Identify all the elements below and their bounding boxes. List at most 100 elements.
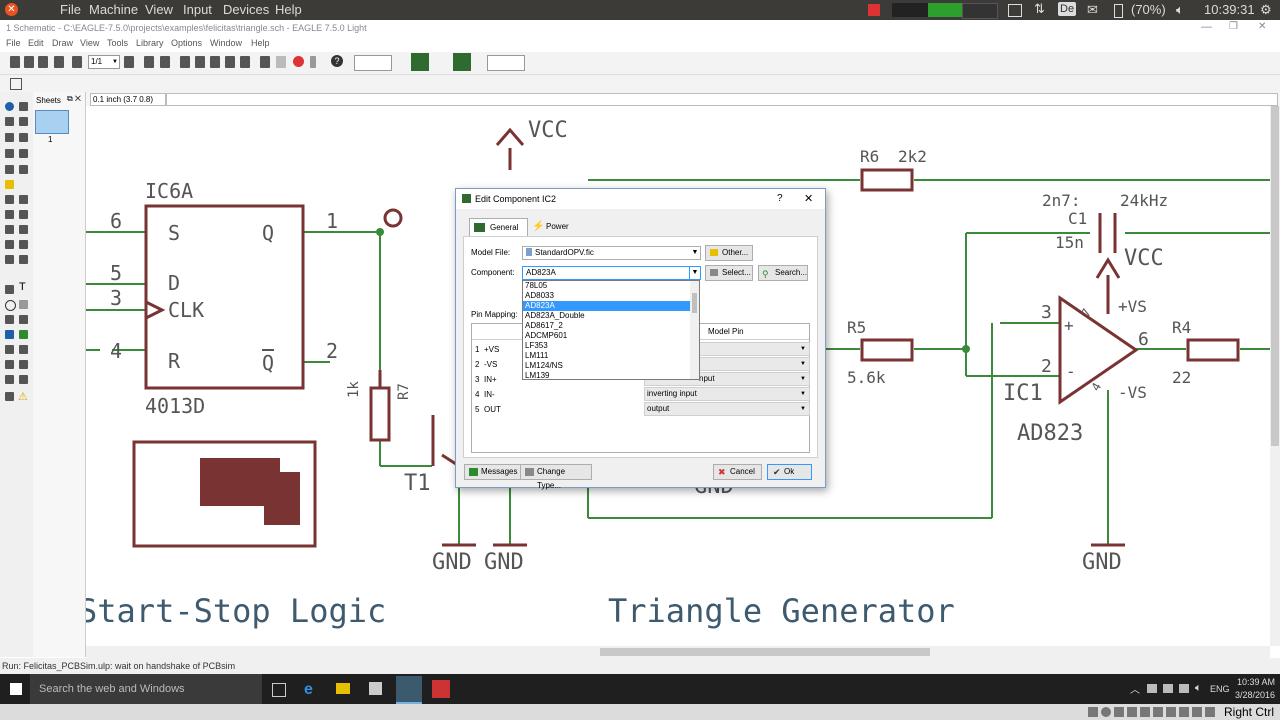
component-select[interactable]: AD823A ▼ — [522, 266, 701, 280]
menu-help[interactable]: Help — [275, 2, 302, 17]
copy-icon[interactable] — [19, 133, 28, 142]
design-link-icon[interactable] — [354, 55, 392, 71]
taskbar-date[interactable]: 3/28/2016 — [1235, 690, 1275, 700]
dialog-close-button[interactable]: ✕ — [804, 192, 813, 205]
wire-icon[interactable] — [5, 285, 14, 294]
audio-icon[interactable] — [1114, 707, 1124, 717]
cancel-button[interactable]: ✖ Cancel — [713, 464, 762, 480]
tab-general[interactable]: General — [469, 218, 528, 237]
model-file-select[interactable]: StandardOPV.fic ▼ — [522, 246, 701, 260]
hdd-icon[interactable] — [1088, 707, 1098, 717]
gateswap-icon[interactable] — [19, 210, 28, 219]
add-icon[interactable] — [19, 195, 28, 204]
table-row[interactable]: 4 IN- inverting input ▼ — [472, 387, 810, 402]
window-icon[interactable] — [1008, 4, 1022, 17]
list-item[interactable]: LM111 — [523, 351, 699, 361]
redo-icon[interactable] — [276, 56, 286, 68]
circle-icon[interactable] — [5, 300, 16, 311]
other-button[interactable]: Other... — [705, 245, 753, 261]
edge-icon[interactable]: e — [304, 681, 313, 699]
menu-window[interactable]: Window — [210, 38, 242, 48]
close-window-button[interactable]: ✕ — [1258, 21, 1266, 32]
change-type-button[interactable]: Change Type... — [520, 464, 592, 490]
attribute-icon[interactable] — [5, 360, 14, 369]
rotate-icon[interactable] — [19, 149, 28, 158]
dialog-help-button[interactable]: ? — [777, 193, 783, 204]
language-indicator[interactable]: ENG — [1210, 684, 1230, 694]
pinswap-icon[interactable] — [5, 210, 14, 219]
tray-app2-icon[interactable] — [1163, 684, 1173, 693]
zoom-fit-icon[interactable] — [180, 56, 190, 68]
list-item-selected[interactable]: AD823A — [523, 301, 699, 311]
menu-devices[interactable]: Devices — [223, 2, 269, 17]
command-input[interactable] — [166, 93, 1278, 106]
model-pin-select[interactable]: inverting input ▼ — [644, 387, 810, 401]
record-icon[interactable] — [868, 4, 880, 16]
ratsnest-icon[interactable] — [5, 392, 14, 401]
keyboard-layout[interactable]: De — [1058, 2, 1077, 16]
miter-icon[interactable] — [19, 255, 28, 264]
label-icon[interactable] — [19, 345, 28, 354]
vertical-scrollbar[interactable] — [1270, 106, 1280, 646]
menu-view[interactable]: View — [145, 2, 173, 17]
split-icon[interactable] — [5, 255, 14, 264]
close-icon[interactable]: ✕ — [5, 3, 18, 16]
display-icon[interactable] — [1166, 707, 1176, 717]
menu-help[interactable]: Help — [251, 38, 270, 48]
messages-button[interactable]: Messages — [464, 464, 522, 480]
volume-icon[interactable]: 🔈︎ — [1176, 2, 1184, 18]
table-row[interactable]: 5 OUT output ▼ — [472, 402, 810, 417]
menu-options[interactable]: Options — [171, 38, 202, 48]
list-item[interactable]: LF353 — [523, 341, 699, 351]
model-pin-select[interactable]: output ▼ — [644, 402, 810, 416]
taskbar-time[interactable]: 10:39 AM — [1237, 677, 1275, 687]
cam-icon[interactable] — [54, 56, 64, 68]
minimize-button[interactable]: — — [1201, 21, 1212, 33]
menu-library[interactable]: Library — [136, 38, 164, 48]
ltspice-icon[interactable] — [487, 55, 525, 71]
library-icon[interactable] — [160, 56, 170, 68]
undo-icon[interactable] — [260, 56, 270, 68]
menu-edit[interactable]: Edit — [28, 38, 44, 48]
search-input[interactable]: Search the web and Windows — [30, 674, 262, 704]
volume-icon[interactable]: 🔈︎ — [1195, 682, 1202, 695]
capture-icon[interactable] — [1179, 707, 1189, 717]
shared-folder-icon[interactable] — [1153, 707, 1163, 717]
delete-icon[interactable] — [5, 195, 14, 204]
name-icon[interactable] — [19, 225, 28, 234]
show-icon[interactable] — [19, 102, 28, 111]
mirror-icon[interactable] — [5, 149, 14, 158]
list-item[interactable]: ADCMP601 — [523, 331, 699, 341]
tray-app-icon[interactable] — [1147, 684, 1157, 693]
zoom-out-icon[interactable] — [210, 56, 220, 68]
menu-view[interactable]: View — [80, 38, 99, 48]
panel-close-icon[interactable]: ⧉ ✕ — [67, 94, 81, 104]
select-button[interactable]: Select... — [705, 265, 753, 281]
grid-icon[interactable] — [10, 78, 22, 90]
optical-icon[interactable] — [1101, 707, 1111, 717]
component-dropdown-list[interactable]: 78L05 AD8033 AD823A AD823A_Double AD8617… — [522, 280, 700, 380]
list-scrollbar[interactable] — [690, 281, 699, 379]
menu-file[interactable]: File — [60, 2, 81, 17]
mail-icon[interactable]: ✉ — [1087, 2, 1098, 18]
menu-draw[interactable]: Draw — [52, 38, 73, 48]
mark-icon[interactable] — [19, 117, 28, 126]
group-icon[interactable] — [5, 165, 14, 174]
junction-icon[interactable] — [5, 345, 14, 354]
save-icon[interactable] — [24, 56, 34, 68]
list-item[interactable]: AD8617_2 — [523, 321, 699, 331]
transfer-icon[interactable]: ⇅ — [1034, 1, 1045, 17]
menu-file[interactable]: File — [6, 38, 21, 48]
stop-icon[interactable] — [293, 56, 304, 67]
dimension-icon[interactable] — [19, 360, 28, 369]
open-icon[interactable] — [10, 56, 20, 68]
tab-power[interactable]: ⚡ Power — [528, 218, 578, 236]
usb-icon[interactable] — [1140, 707, 1150, 717]
pcbsim-taskbar-icon[interactable] — [432, 680, 450, 698]
bus-icon[interactable] — [5, 330, 14, 339]
zoom-in-icon[interactable] — [195, 56, 205, 68]
paste-icon[interactable] — [5, 180, 14, 189]
rect-icon[interactable] — [5, 315, 14, 324]
print-icon[interactable] — [38, 56, 48, 68]
windows-start-icon[interactable] — [10, 683, 22, 695]
